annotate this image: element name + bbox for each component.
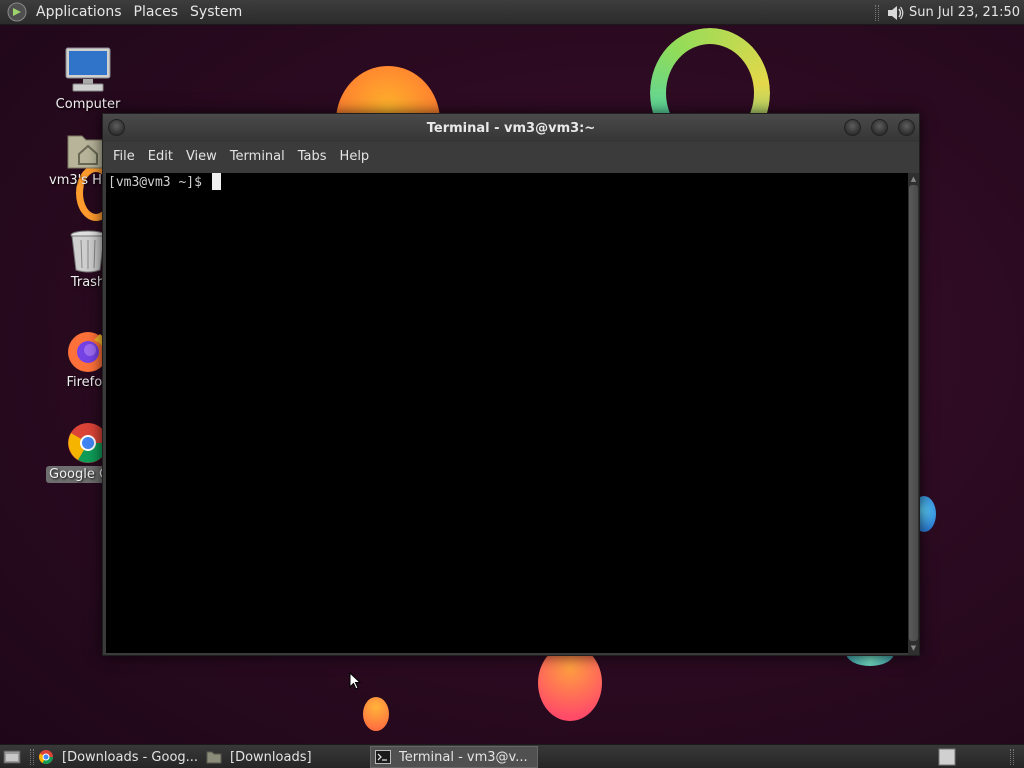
system-menu[interactable]: System <box>184 0 248 25</box>
terminal-icon <box>375 750 391 764</box>
menu-view[interactable]: View <box>180 142 224 172</box>
show-desktop-icon[interactable] <box>3 749 21 765</box>
bottom-panel: [Downloads - Goog... [Downloads] Termina… <box>0 744 1024 768</box>
taskbar-item-label: [Downloads - Goog... <box>62 749 199 765</box>
minimize-icon[interactable] <box>844 119 861 136</box>
speaker-icon[interactable] <box>885 3 905 23</box>
mouse-pointer-icon <box>349 672 361 690</box>
menu-file[interactable]: File <box>107 142 142 172</box>
taskbar-item-chrome[interactable]: [Downloads - Goog... <box>34 746 204 768</box>
desktop-icon-computer[interactable]: Computer <box>46 46 130 113</box>
menu-tabs[interactable]: Tabs <box>292 142 334 172</box>
chrome-icon <box>39 750 53 764</box>
maximize-icon[interactable] <box>871 119 888 136</box>
folder-icon <box>206 751 222 764</box>
shell-prompt: [vm3@vm3 ~]$ <box>108 175 210 190</box>
mate-logo-icon[interactable] <box>6 1 28 23</box>
terminal-menubar: File Edit View Terminal Tabs Help <box>103 142 919 172</box>
menu-edit[interactable]: Edit <box>142 142 180 172</box>
terminal-output[interactable]: [vm3@vm3 ~]$ <box>106 173 908 653</box>
top-panel: Applications Places System Sun Jul 23, 2… <box>0 0 1024 25</box>
places-menu[interactable]: Places <box>128 0 185 25</box>
taskbar-item-terminal[interactable]: Terminal - vm3@v... <box>370 746 538 768</box>
panel-handle[interactable] <box>875 4 880 21</box>
desktop-icon-label: Computer <box>55 97 121 112</box>
window-title: Terminal - vm3@vm3:~ <box>426 120 596 136</box>
prompt-line: [vm3@vm3 ~]$ <box>108 173 908 190</box>
computer-icon <box>65 47 111 92</box>
window-menu-icon[interactable] <box>108 119 125 136</box>
taskbar-item-label: Terminal - vm3@v... <box>399 749 528 765</box>
applications-menu[interactable]: Applications <box>30 0 128 25</box>
panel-tray: Sun Jul 23, 21:50 <box>869 0 1020 25</box>
panel-clock[interactable]: Sun Jul 23, 21:50 <box>905 5 1020 20</box>
menu-help[interactable]: Help <box>334 142 377 172</box>
terminal-scrollbar[interactable]: ▲ ▼ <box>908 173 919 655</box>
scroll-down-icon[interactable]: ▼ <box>909 643 918 653</box>
window-titlebar[interactable]: Terminal - vm3@vm3:~ <box>103 114 919 142</box>
taskbar-item-downloads[interactable]: [Downloads] <box>202 746 370 768</box>
close-icon[interactable] <box>898 119 915 136</box>
scroll-thumb[interactable] <box>909 185 918 641</box>
scroll-up-icon[interactable]: ▲ <box>909 174 918 184</box>
workspace-switcher-icon[interactable] <box>938 748 956 766</box>
menu-terminal[interactable]: Terminal <box>224 142 292 172</box>
panel-handle[interactable] <box>1010 749 1014 765</box>
taskbar-item-label: [Downloads] <box>230 749 312 765</box>
wallpaper-small-blob <box>363 697 389 731</box>
terminal-window[interactable]: Terminal - vm3@vm3:~ File Edit View Term… <box>102 113 920 656</box>
text-cursor <box>211 173 221 190</box>
wallpaper-pink-blob <box>538 645 602 721</box>
